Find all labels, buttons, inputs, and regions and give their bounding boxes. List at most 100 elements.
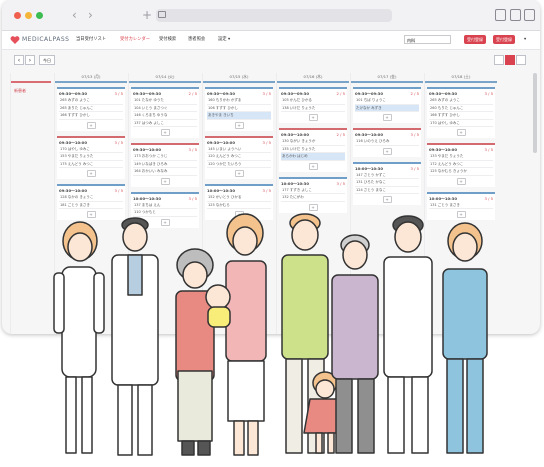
patient-entry[interactable]: 101 ちば りょうこ [355,97,419,105]
reader-icon[interactable] [495,9,506,21]
time-slot[interactable]: 09:30〜09:30 2 / 5 101 ちば りょうこ たけなか みずき + [353,87,421,123]
patient-entry[interactable]: あらかわ はじめ [281,153,345,161]
menu-settings[interactable]: 設定 ▾ [218,36,230,44]
add-appointment-button[interactable]: + [382,114,392,121]
add-appointment-button[interactable]: + [456,129,466,136]
patient-entry[interactable]: 265 みずの ようこ [59,97,123,105]
slot-time: 10:00〜10:30 [355,165,383,171]
patient-entry[interactable]: 135 いけだ りょうた [281,146,345,153]
next-week-button[interactable]: › [25,55,35,65]
patient-entry[interactable]: 172 えんどう みつこ [429,161,493,168]
patient-entry[interactable]: たけなか みずき [355,104,419,112]
user-menu[interactable]: ▾ [524,36,526,44]
patient-entry[interactable]: 170 はやし ゆみこ [59,146,123,153]
slot-count: 3 / 5 [410,132,419,137]
register-button-2[interactable]: 受付登録 [493,35,515,44]
slot-count: 3 / 5 [484,91,493,96]
view-week-button[interactable] [505,55,515,65]
patient-entry[interactable]: 265 みずの ようこ [429,97,493,105]
forward-button[interactable]: › [88,8,93,22]
address-bar[interactable] [156,9,392,22]
add-appointment-button[interactable]: + [308,114,318,121]
time-slot[interactable]: 09:30〜10:00 3 / 5 145 いまい ようへい 120 えんどう みつこ… [205,135,273,179]
back-button[interactable]: ‹ [72,8,77,22]
add-appointment-button[interactable]: + [160,129,170,136]
time-slot[interactable]: 09:30〜10:00 3 / 5 116 いのうえ ひろみ + [353,128,421,157]
patient-entry[interactable]: 260 もりた じゅんこ [429,105,493,112]
time-slot[interactable]: 09:30〜09:30 3 / 5 265 みずの ようこ 260 もりた じゅんこ 1… [427,87,495,138]
today-button[interactable]: 今日 [39,55,55,65]
slot-header: 09:30〜09:30 3 / 5 [207,90,271,97]
time-slot[interactable]: 09:30〜09:30 2 / 5 101 たなか ゆうた 104 いとう まさつぐ 1… [131,87,199,138]
view-day-button[interactable] [494,55,504,65]
time-slot[interactable]: 09:30〜09:30 3 / 5 265 みずの ようこ 265 ありた じゅんこ 1… [57,87,125,131]
patient-entry[interactable]: 153 やまだ りょうた [59,153,123,161]
prev-week-button[interactable]: ‹ [14,55,24,65]
patient-entry[interactable]: あきやま きいち [207,112,271,120]
maximize-window-icon[interactable] [36,12,43,19]
menu-today-list[interactable]: 当日受付リスト [76,36,106,44]
new-tab-button[interactable]: + [142,8,152,22]
close-window-icon[interactable] [14,12,21,19]
time-slot[interactable]: 09:30〜10:00 2 / 5 130 ながい きょうか 135 いけだ りょうた… [279,128,347,172]
patient-entry[interactable]: 125 なかむら きょうか [429,168,493,176]
scrollbar[interactable] [533,73,537,153]
patient-entry[interactable]: 170 はやし ゆみこ [429,120,493,127]
time-slot[interactable]: 09:30〜09:30 3 / 5 160 もりかわ かずま 106 すずす ひかしあ… [205,87,273,131]
menu-patient-lookup[interactable]: 患者照会 [188,36,205,44]
patient-entry[interactable]: 137 はつみ よしこ [133,120,197,127]
slot-time: 09:30〜10:00 [133,147,161,152]
add-appointment-button[interactable]: + [234,170,244,177]
add-appointment-button[interactable]: + [456,177,466,185]
slot-time: 09:30〜09:30 [429,91,457,96]
patient-entry[interactable]: 116 いのうえ ひろみ [355,138,419,146]
department-select[interactable]: 内科 [404,35,451,44]
slot-time: 09:30〜09:30 [281,91,309,96]
patient-entry[interactable]: 124 さとう まなこ [355,187,419,194]
time-slot[interactable]: 09:30〜10:00 3 / 5 173 おおつか こうじ 149 いなばき ひろみ… [131,143,199,187]
patient-entry[interactable]: 160 もりかわ かずま [207,97,271,105]
patient-entry[interactable]: 177 すずき よしこ [281,187,345,194]
add-appointment-button[interactable]: + [160,177,170,185]
mother-figure [205,213,267,456]
patient-entry[interactable]: 145 いまい ようへい [207,146,271,153]
patient-entry[interactable]: 105 かんだ ひかる [281,97,345,105]
add-appointment-button[interactable]: + [382,147,392,155]
patient-entry[interactable]: 149 いなばき ひろみ [133,161,197,168]
patient-entry[interactable]: 120 えんどう みつこ [207,153,271,161]
patient-entry[interactable]: 130 ながい きょうか [281,138,345,146]
slot-count: 3 / 5 [188,147,197,152]
patient-entry[interactable]: 265 ありた じゅんこ [59,105,123,112]
menu-calendar[interactable]: 受付カレンダー [120,36,150,44]
patient-entry[interactable]: 164 おかいい みなみ [133,168,197,176]
patient-entry[interactable]: 133 やまだ りょうた [429,153,493,161]
patient-entry[interactable]: 166 すずす ひかし [59,112,123,120]
menu-search[interactable]: 受付検索 [159,36,176,44]
register-button[interactable]: 受付登録 [464,35,486,44]
add-appointment-button[interactable]: + [308,162,318,170]
patient-entry[interactable]: 146 くろまち ゆうな [133,112,197,120]
patient-entry[interactable]: 131 ひろた かなこ [355,179,419,187]
patient-entry[interactable]: 138 いけだ りょうた [281,105,345,112]
patient-entry[interactable]: 175 えんどう みつこ [59,161,123,168]
add-appointment-button[interactable]: + [86,121,96,129]
add-appointment-button[interactable]: + [234,121,244,129]
patient-entry[interactable]: 147 さとう かずこ [355,172,419,179]
slot-count: 3 / 5 [262,139,271,145]
time-slot[interactable]: 09:30〜10:00 3 / 5 133 やまだ りょうた 172 えんどう みつこ… [427,143,495,187]
time-slot[interactable]: 09:30〜10:00 3 / 5 170 はやし ゆみこ 153 やまだ りょうた 1… [57,135,125,179]
patient-entry[interactable]: 106 すずす ひかし [207,105,271,112]
patient-entry[interactable]: 120 つかだ たいろう [207,161,271,168]
share-icon[interactable] [510,9,521,21]
minimize-window-icon[interactable] [25,12,32,19]
view-month-button[interactable] [516,55,526,65]
tabs-icon[interactable] [524,9,535,21]
patient-entry[interactable]: 101 たなか ゆうた [133,97,197,105]
patient-entry[interactable]: 166 すずす ひかし [429,112,493,120]
patient-entry[interactable]: 104 いとう まさつぐ [133,105,197,112]
slot-time: 10:00〜10:30 [207,188,235,193]
time-slot[interactable]: 09:30〜09:30 2 / 5 105 かんだ ひかる 138 いけだ りょうた + [279,87,347,123]
patient-entry[interactable]: 173 おおつか こうじ [133,153,197,161]
add-appointment-button[interactable]: + [86,170,96,177]
slot-count: 2 / 5 [336,132,345,137]
